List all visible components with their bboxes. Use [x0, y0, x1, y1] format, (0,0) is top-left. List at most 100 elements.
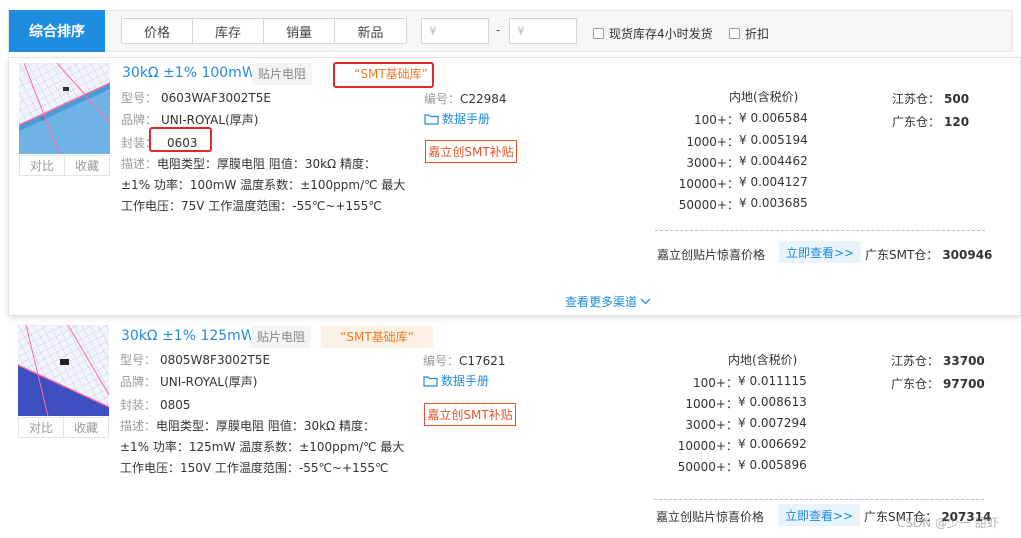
model-value: 0805W8F3002T5E [160, 353, 271, 367]
price-tier-row: 100+： ¥ 0.011115 [656, 374, 816, 391]
desc-label: 描述： [121, 157, 158, 171]
price-tier-row: 3000+： ¥ 0.004462 [657, 154, 817, 171]
desc-label: 描述： [120, 419, 157, 433]
price-min-input[interactable]: ¥ [421, 18, 489, 44]
resistor-photo-icon [18, 325, 109, 416]
folder-icon [424, 113, 439, 125]
smt-subsidy-button[interactable]: 嘉立创SMT补贴 [424, 403, 516, 426]
code-label: 编号： [423, 354, 460, 368]
compare-button[interactable]: 对比 [19, 418, 64, 437]
stock-label: 广东SMT仓： [865, 248, 939, 262]
tier-qty: 50000+： [677, 460, 738, 474]
discount-checkbox[interactable]: 折扣 [729, 25, 769, 42]
tier-qty: 100+： [694, 113, 739, 127]
model-label: 型号： [120, 353, 157, 367]
category-tag: 贴片电阻 [251, 326, 312, 348]
smt-subsidy-button[interactable]: 嘉立创SMT补贴 [425, 140, 517, 163]
tier-price: ¥ 0.005194 [739, 133, 808, 147]
price-tier-row: 1000+： ¥ 0.005194 [657, 133, 817, 150]
stock-label: 江苏仓： [892, 92, 941, 106]
more-channels-link[interactable]: 查看更多渠道 [565, 293, 651, 310]
price-max-input[interactable]: ¥ [509, 18, 577, 44]
model-row: 型号： 0805W8F3002T5E [120, 351, 270, 368]
product-thumbnail[interactable]: 0 [19, 63, 110, 154]
sort-default-button[interactable]: 综合排序 [9, 10, 105, 52]
fast-ship-checkbox[interactable]: 现货库存4小时发货 [593, 25, 713, 42]
model-label: 型号： [121, 91, 158, 105]
category-tag: 贴片电阻 [252, 63, 313, 85]
favorite-button[interactable]: 收藏 [64, 418, 108, 437]
view-now-button[interactable]: 立即查看>> [779, 241, 861, 263]
code-value: C17621 [459, 354, 506, 368]
promo-label: 嘉立创贴片惊喜价格 [657, 248, 766, 262]
brand-row: 品牌： UNI-ROYAL(厚声) [121, 111, 258, 128]
watermark: CSDN @少一 甜虾 [897, 516, 999, 530]
view-now-button[interactable]: 立即查看>> [778, 504, 860, 526]
package-label: 封装： [120, 398, 157, 412]
price-tier-row: 10000+： ¥ 0.004127 [657, 175, 817, 192]
stock-value: 300946 [942, 248, 993, 262]
tier-price: ¥ 0.008613 [738, 395, 807, 409]
more-channels-label: 查看更多渠道 [565, 295, 638, 309]
product-description: 描述：电阻类型：厚膜电阻 阻值：30kΩ 精度： ±1% 功率：100mW 温度… [121, 154, 421, 217]
svg-text:0: 0 [41, 116, 45, 123]
stock-value: 97700 [943, 377, 985, 391]
stock-value: 33700 [943, 354, 985, 368]
promo-label: 嘉立创贴片惊喜价格 [656, 510, 765, 524]
tier-price: ¥ 0.006692 [738, 437, 807, 451]
tier-price: ¥ 0.011115 [738, 374, 807, 388]
divider [655, 230, 985, 231]
highlight-box-smt-tag [333, 62, 434, 88]
desc-line: ±1% 功率：125mW 温度系数：±100ppm/℃ 最大 [120, 440, 405, 454]
package-row: 封装： 0805 [120, 396, 191, 413]
stock-label: 江苏仓： [891, 354, 940, 368]
model-value: 0603WAF3002T5E [161, 91, 271, 105]
desc-line: 工作电压：150V 工作温度范围：-55℃~+155℃ [120, 461, 389, 475]
stock-jiangsu: 江苏仓： 500 [892, 90, 969, 107]
price-tier-row: 50000+： ¥ 0.005896 [656, 458, 816, 475]
brand-label: 品牌： [121, 113, 158, 127]
datasheet-label: 数据手册 [442, 112, 491, 126]
stock-value: 500 [944, 92, 970, 106]
datasheet-label: 数据手册 [441, 374, 490, 388]
fast-ship-label: 现货库存4小时发货 [609, 27, 713, 41]
checkbox-icon [729, 28, 740, 39]
stock-guangdong: 广东仓： 120 [892, 113, 969, 130]
sort-tab-new[interactable]: 新品 [335, 19, 406, 43]
product-title[interactable]: 30kΩ ±1% 100mW [122, 65, 256, 81]
sort-tab-sales[interactable]: 销量 [264, 19, 335, 43]
desc-line: 电阻类型：厚膜电阻 阻值：30kΩ 精度： [156, 419, 376, 433]
thumbnail-actions: 对比 收藏 [19, 155, 110, 176]
tier-price: ¥ 0.006584 [739, 111, 808, 125]
tier-price: ¥ 0.004127 [739, 175, 808, 189]
tier-price: ¥ 0.003685 [739, 196, 808, 210]
sort-tab-price[interactable]: 价格 [122, 19, 193, 43]
product-thumbnail[interactable] [18, 325, 109, 416]
tier-qty: 50000+： [678, 198, 739, 212]
datasheet-link[interactable]: 数据手册 [423, 372, 489, 389]
stock-label: 广东仓： [891, 377, 940, 391]
tier-qty: 100+： [693, 376, 738, 390]
sort-tab-stock[interactable]: 库存 [193, 19, 264, 43]
product-title[interactable]: 30kΩ ±1% 125mW [121, 328, 255, 344]
price-tier-row: 100+： ¥ 0.006584 [657, 111, 817, 128]
highlight-box-package [149, 127, 212, 152]
tier-qty: 3000+： [686, 156, 739, 170]
brand-value[interactable]: UNI-ROYAL(厚声) [161, 113, 258, 127]
brand-value[interactable]: UNI-ROYAL(厚声) [160, 375, 257, 389]
tier-qty: 3000+： [685, 418, 738, 432]
price-tier-row: 1000+： ¥ 0.008613 [656, 395, 816, 412]
smt-library-tag: “SMT基础库” [321, 326, 433, 348]
product-card: 0 对比 收藏 30kΩ ±1% 100mW 贴片电阻 “SMT基础库” 型号：… [8, 57, 1021, 316]
tier-price: ¥ 0.004462 [739, 154, 808, 168]
price-tier-row: 3000+： ¥ 0.007294 [656, 416, 816, 433]
desc-line: 电阻类型：厚膜电阻 阻值：30kΩ 精度： [157, 157, 377, 171]
desc-line: ±1% 功率：100mW 温度系数：±100ppm/℃ 最大 [121, 178, 406, 192]
compare-button[interactable]: 对比 [20, 156, 65, 175]
checkbox-icon [593, 28, 604, 39]
favorite-button[interactable]: 收藏 [65, 156, 109, 175]
thumbnail-actions: 对比 收藏 [18, 417, 109, 438]
datasheet-link[interactable]: 数据手册 [424, 110, 490, 127]
desc-line: 工作电压：75V 工作温度范围：-55℃~+155℃ [121, 199, 382, 213]
code-label: 编号： [424, 92, 461, 106]
